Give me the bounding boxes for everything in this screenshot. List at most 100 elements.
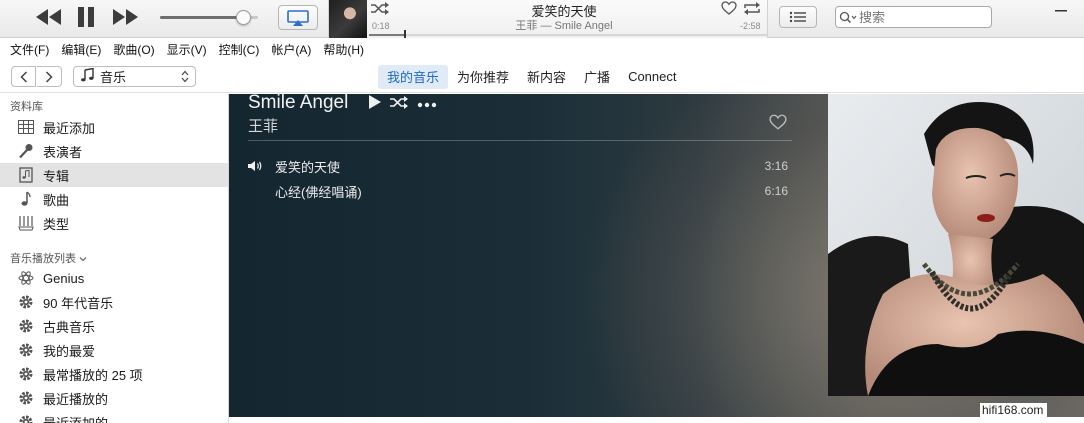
sidebar-item-classical-music[interactable]: 古典音乐 (0, 314, 228, 338)
love-album-button[interactable] (769, 114, 787, 133)
play-icon (369, 95, 381, 109)
menu-account[interactable]: 帐户(A) (265, 41, 317, 58)
playlists-section-header[interactable]: 音乐播放列表 (10, 250, 87, 266)
sidebar-item-recently-played[interactable]: 最近播放的 (0, 386, 228, 410)
album-artist[interactable]: 王菲 (248, 115, 278, 136)
list-icon (789, 11, 806, 23)
sidebar-item-label: 表演者 (43, 144, 83, 160)
sidebar-item-label: 最近添加的 (43, 415, 109, 423)
sidebar-item-label: 最常播放的 25 项 (43, 367, 143, 383)
volume-slider[interactable] (160, 10, 258, 25)
tab-connect[interactable]: Connect (619, 65, 685, 89)
tab-bar: 我的音乐 为你推荐 新内容 广播 Connect (378, 64, 685, 89)
sidebar-item-top-25-most-played[interactable]: 最常播放的 25 项 (0, 362, 228, 386)
now-playing-display: 爱笑的天使 王菲 — Smile Angel 0:18 -2:58 (328, 0, 768, 38)
menu-help[interactable]: 帮助(H) (317, 41, 370, 58)
sidebar-item-recently-added-playlist[interactable]: 最近添加的 (0, 410, 228, 423)
shuffle-album-button[interactable] (390, 95, 408, 112)
media-source-select[interactable]: 音乐 (73, 66, 196, 87)
shuffle-icon (390, 95, 408, 109)
play-album-button[interactable] (368, 95, 381, 112)
sidebar-item-label: 歌曲 (43, 192, 70, 208)
gear-icon (17, 317, 35, 335)
sidebar-item-label: 类型 (43, 216, 70, 232)
gear-icon (17, 389, 35, 407)
repeat-icon (744, 2, 760, 15)
tab-new[interactable]: 新内容 (518, 65, 575, 89)
next-button[interactable] (110, 6, 140, 28)
menu-controls[interactable]: 控制(C) (213, 41, 266, 58)
album-title: Smile Angel (248, 94, 349, 113)
repeat-button[interactable] (743, 2, 761, 18)
tab-for-you[interactable]: 为你推荐 (448, 65, 518, 89)
pause-icon (78, 7, 94, 27)
sidebar-item-genres[interactable]: 类型 (0, 211, 228, 235)
music-note-icon (80, 67, 94, 85)
sidebar-item-songs[interactable]: 歌曲 (0, 187, 228, 211)
now-playing-artist-album: 王菲 — Smile Angel (515, 20, 613, 32)
gear-icon (17, 341, 35, 359)
sidebar: 资料库 最近添加 表演者 专辑 歌曲 类型 音乐播放列表 Genius 90 年… (0, 94, 229, 423)
sidebar-item-label: Genius (43, 270, 85, 286)
volume-level (160, 16, 245, 19)
now-playing-artwork[interactable] (329, 0, 367, 38)
sidebar-item-90s-music[interactable]: 90 年代音乐 (0, 290, 228, 314)
menu-view[interactable]: 显示(V) (161, 41, 213, 58)
minimize-button[interactable] (1038, 0, 1084, 21)
tab-radio[interactable]: 广播 (575, 65, 619, 89)
menu-song[interactable]: 歌曲(O) (107, 41, 160, 58)
ellipsis-icon (417, 102, 437, 107)
up-next-button[interactable] (779, 6, 817, 28)
album-cover-image (828, 94, 1084, 396)
menu-bar: 文件(F) 编辑(E) 歌曲(O) 显示(V) 控制(C) 帐户(A) 帮助(H… (0, 39, 1084, 60)
album-detail-panel: Smile Angel 王菲 爱笑的天使 3:16 心经(佛经唱诵) 6:16 (229, 94, 1084, 417)
playhead[interactable] (403, 30, 406, 38)
gear-icon (17, 365, 35, 383)
playback-progress-bar[interactable] (369, 30, 767, 38)
note-icon (17, 190, 35, 208)
more-options-button[interactable] (417, 97, 437, 111)
sidebar-item-recently-added[interactable]: 最近添加 (0, 115, 228, 139)
sidebar-item-genius[interactable]: Genius (0, 266, 228, 290)
divider (248, 140, 792, 141)
search-input[interactable] (859, 9, 979, 25)
player-bar: 爱笑的天使 王菲 — Smile Angel 0:18 -2:58 (0, 0, 1084, 38)
shuffle-button[interactable] (371, 2, 389, 18)
elapsed-time: 0:18 (372, 21, 390, 31)
speaker-icon (248, 160, 275, 172)
fast-forward-icon (113, 9, 138, 25)
heart-icon (769, 114, 787, 130)
genius-icon (17, 269, 35, 287)
sidebar-item-label: 最近播放的 (43, 391, 109, 407)
volume-knob[interactable] (236, 10, 252, 25)
pause-button[interactable] (74, 6, 98, 28)
chevron-right-icon (45, 70, 53, 83)
back-button[interactable] (11, 66, 36, 87)
sidebar-item-label: 最近添加 (43, 120, 96, 136)
forward-button[interactable] (37, 66, 62, 87)
minimize-icon (1055, 9, 1067, 11)
microphone-icon (17, 142, 35, 160)
sidebar-item-label: 古典音乐 (43, 319, 96, 335)
library-section-header: 资料库 (10, 101, 43, 113)
navigation-bar: 音乐 我的音乐 为你推荐 新内容 广播 Connect (0, 60, 1084, 93)
menu-edit[interactable]: 编辑(E) (55, 41, 107, 58)
sidebar-item-artists[interactable]: 表演者 (0, 139, 228, 163)
track-title: 心经(佛经唱诵) (275, 184, 362, 200)
track-duration: 6:16 (764, 184, 788, 198)
previous-button[interactable] (34, 6, 64, 28)
airplay-button[interactable] (278, 5, 318, 30)
rewind-icon (36, 9, 61, 25)
sidebar-item-albums[interactable]: 专辑 (0, 163, 228, 187)
track-duration: 3:16 (764, 159, 788, 173)
tab-my-music[interactable]: 我的音乐 (378, 64, 449, 89)
search-box[interactable] (835, 6, 992, 28)
watermark: hifi168.com (980, 403, 1048, 417)
love-button[interactable] (721, 1, 737, 18)
track-row[interactable]: 爱笑的天使 3:16 (248, 154, 788, 178)
menu-file[interactable]: 文件(F) (4, 41, 55, 58)
track-row[interactable]: 心经(佛经唱诵) 6:16 (248, 179, 788, 203)
sidebar-item-my-favorites[interactable]: 我的最爱 (0, 338, 228, 362)
sidebar-item-label: 我的最爱 (43, 343, 96, 359)
airplay-icon (287, 9, 309, 26)
